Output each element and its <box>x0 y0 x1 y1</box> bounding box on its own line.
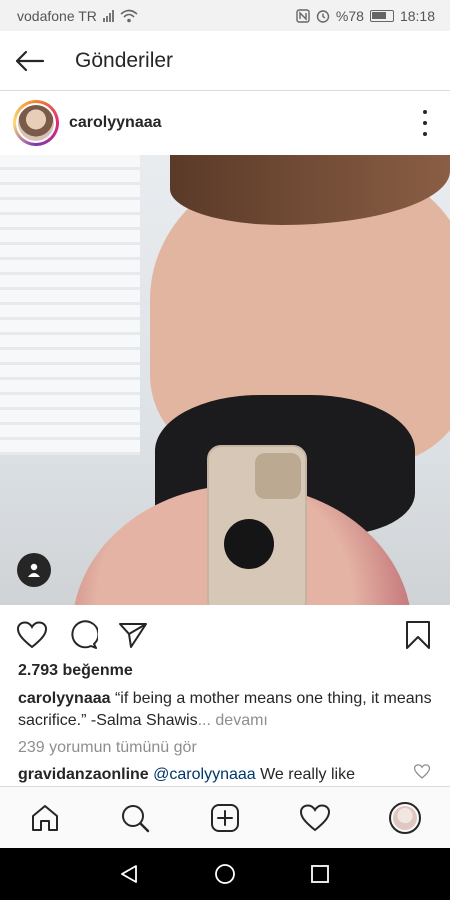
alarm-icon <box>316 9 330 23</box>
status-left: vodafone TR <box>17 8 138 24</box>
square-recents-icon <box>311 865 329 883</box>
wifi-icon <box>120 9 138 22</box>
page-title: Gönderiler <box>75 48 174 72</box>
heart-icon <box>300 804 330 832</box>
app-header: Gönderiler <box>0 31 450 91</box>
comment-username[interactable]: gravidanzaonline <box>18 766 149 783</box>
comment-text: We really like <box>255 766 355 783</box>
triangle-back-icon <box>121 865 137 883</box>
view-all-comments-link[interactable]: 239 yorumun tümünü gör <box>18 739 197 757</box>
comment-preview: gravidanzaonline @carolyynaaa We really … <box>18 764 408 786</box>
battery-percent: %78 <box>335 7 364 24</box>
comment-button[interactable] <box>66 618 100 652</box>
status-bar: vodafone TR %78 18:18 <box>0 0 450 31</box>
signal-icon <box>102 9 114 22</box>
search-icon <box>122 805 150 833</box>
clock: 18:18 <box>399 7 435 24</box>
comment-like-button[interactable] <box>413 764 432 782</box>
nav-activity[interactable] <box>298 801 332 835</box>
battery-icon <box>369 9 394 22</box>
avatar-icon <box>389 802 421 834</box>
back-button[interactable] <box>0 31 60 91</box>
photo-phone-grip <box>224 519 274 569</box>
status-right: %78 18:18 <box>296 8 435 24</box>
comment-icon <box>71 620 98 649</box>
post-actions <box>0 606 450 662</box>
system-back-button[interactable] <box>116 861 142 887</box>
nav-profile[interactable] <box>388 801 422 835</box>
nav-search[interactable] <box>118 801 152 835</box>
post-author-username[interactable]: carolyynaaa <box>69 114 162 132</box>
tagged-users-button[interactable] <box>17 553 51 587</box>
like-button[interactable] <box>15 618 49 652</box>
carrier-label: vodafone TR <box>17 7 97 24</box>
nfc-icon <box>296 8 310 23</box>
share-button[interactable] <box>116 618 150 652</box>
post-author-avatar[interactable] <box>13 100 59 146</box>
photo-camera <box>255 453 301 499</box>
avatar-image <box>18 105 54 141</box>
more-vertical-icon <box>423 110 427 114</box>
save-button[interactable] <box>401 618 435 652</box>
nav-home[interactable] <box>28 801 62 835</box>
post-header: carolyynaaa <box>0 92 450 154</box>
home-icon <box>32 805 58 831</box>
heart-icon <box>413 764 431 779</box>
more-options-button[interactable] <box>420 110 430 136</box>
system-recents-button[interactable] <box>307 861 333 887</box>
comment-mention[interactable]: @carolyynaaa <box>153 766 256 783</box>
circle-home-icon <box>215 864 235 884</box>
person-icon <box>28 563 40 577</box>
send-icon <box>119 623 147 648</box>
caption-more-link[interactable]: ... devamı <box>198 712 268 729</box>
system-home-button[interactable] <box>212 861 238 887</box>
caption-username[interactable]: carolyynaaa <box>18 690 111 707</box>
likes-count[interactable]: 2.793 beğenme <box>18 662 133 680</box>
post-caption: carolyynaaa “if being a mother means one… <box>18 688 438 732</box>
post-photo[interactable] <box>0 155 450 605</box>
nav-new-post[interactable] <box>208 801 242 835</box>
heart-icon <box>17 621 47 649</box>
bookmark-icon <box>406 621 430 649</box>
photo-window <box>0 155 140 455</box>
system-navigation-bar <box>0 848 450 900</box>
arrow-left-icon <box>15 50 45 71</box>
plus-square-icon <box>211 804 239 832</box>
bottom-navigation <box>0 786 450 848</box>
